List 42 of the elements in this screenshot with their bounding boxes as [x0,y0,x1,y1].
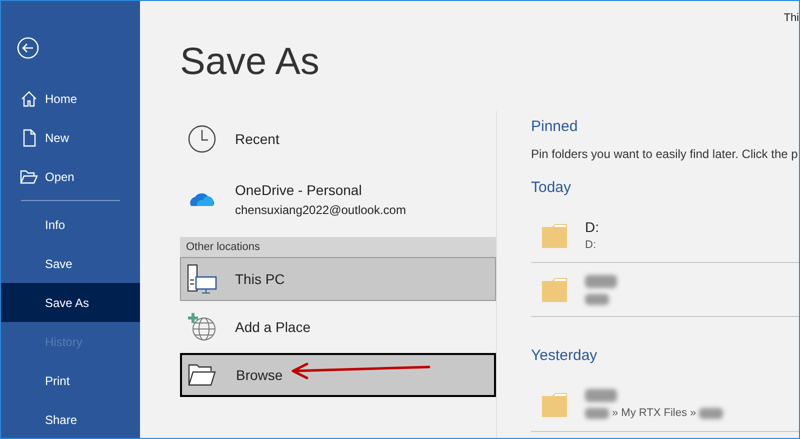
sidebar-item[interactable]: Info [1,205,140,244]
location-item[interactable]: Browse [180,353,496,397]
folder-item[interactable]: D: D: [531,209,799,263]
folder-icon [188,362,218,388]
sidebar-item[interactable]: Home [1,79,140,118]
location-label: OneDrive - Personal [235,180,363,200]
hint-text: Pin folders you want to easily find later. Click the p [531,146,799,162]
section-heading: Pinned [531,117,579,137]
section-heading: Yesterday [531,346,598,366]
account-email: chensuxiang2022@outlook.com [235,202,406,218]
folder-icon [542,223,568,248]
blurred-text [585,408,609,419]
folder-item[interactable]: » My RTX Files » [531,378,799,432]
folder-icon [542,392,568,416]
folder-name: D: [585,220,599,234]
blurred-text [699,408,724,419]
location-item[interactable]: Recent [180,111,496,167]
back-button[interactable] [17,37,39,59]
folder-path: » My RTX Files » [612,406,696,422]
top-right-text: Thi [784,11,799,26]
blurred-text [585,274,617,288]
sidebar-item[interactable]: Print [1,361,140,400]
section-heading: Today [531,178,572,198]
sidebar-item[interactable]: Open [1,157,140,196]
open-icon [20,168,38,186]
location-item[interactable]: This PC [180,257,496,301]
section-header: Other locations [180,237,496,257]
clock-icon [187,124,217,154]
sidebar-item[interactable]: Save As [1,283,140,322]
sidebar-item[interactable]: New [1,118,140,157]
location-item[interactable]: Add a Place [180,305,496,349]
globe-add-icon [187,312,217,342]
location-item[interactable]: OneDrive - Personal chensuxiang2022@outlook.com [180,171,496,227]
computer-icon [187,264,217,294]
home-icon [20,90,38,108]
sidebar-item[interactable]: Save [1,244,140,283]
folder-path: D: [585,238,596,253]
blurred-text [585,294,609,304]
sidebar-item[interactable]: Share [1,400,140,438]
page-title: Save As [180,43,320,81]
blurred-text [585,389,617,402]
folder-icon [542,277,568,302]
